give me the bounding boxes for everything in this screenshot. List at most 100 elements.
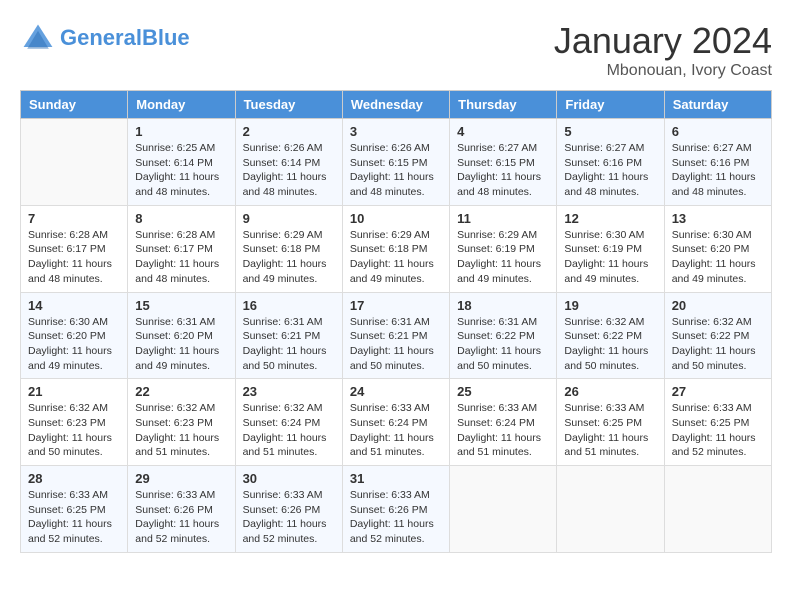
calendar-cell xyxy=(21,119,128,206)
calendar-cell: 25 Sunrise: 6:33 AMSunset: 6:24 PMDaylig… xyxy=(450,379,557,466)
calendar-week-row: 7 Sunrise: 6:28 AMSunset: 6:17 PMDayligh… xyxy=(21,205,772,292)
day-info: Sunrise: 6:30 AMSunset: 6:20 PMDaylight:… xyxy=(672,228,764,287)
calendar-cell: 26 Sunrise: 6:33 AMSunset: 6:25 PMDaylig… xyxy=(557,379,664,466)
calendar-cell: 10 Sunrise: 6:29 AMSunset: 6:18 PMDaylig… xyxy=(342,205,449,292)
calendar-body: 1 Sunrise: 6:25 AMSunset: 6:14 PMDayligh… xyxy=(21,119,772,553)
day-number: 14 xyxy=(28,298,120,313)
day-info: Sunrise: 6:29 AMSunset: 6:19 PMDaylight:… xyxy=(457,228,549,287)
calendar-cell xyxy=(450,466,557,553)
day-number: 31 xyxy=(350,471,442,486)
day-info: Sunrise: 6:33 AMSunset: 6:26 PMDaylight:… xyxy=(350,488,442,547)
day-info: Sunrise: 6:31 AMSunset: 6:20 PMDaylight:… xyxy=(135,315,227,374)
day-number: 7 xyxy=(28,211,120,226)
calendar-cell: 15 Sunrise: 6:31 AMSunset: 6:20 PMDaylig… xyxy=(128,292,235,379)
calendar-cell: 30 Sunrise: 6:33 AMSunset: 6:26 PMDaylig… xyxy=(235,466,342,553)
calendar-cell: 6 Sunrise: 6:27 AMSunset: 6:16 PMDayligh… xyxy=(664,119,771,206)
calendar-cell: 13 Sunrise: 6:30 AMSunset: 6:20 PMDaylig… xyxy=(664,205,771,292)
calendar-cell: 29 Sunrise: 6:33 AMSunset: 6:26 PMDaylig… xyxy=(128,466,235,553)
day-of-week-header: Wednesday xyxy=(342,91,449,119)
day-info: Sunrise: 6:26 AMSunset: 6:15 PMDaylight:… xyxy=(350,141,442,200)
day-info: Sunrise: 6:32 AMSunset: 6:24 PMDaylight:… xyxy=(243,401,335,460)
day-number: 20 xyxy=(672,298,764,313)
calendar-cell: 8 Sunrise: 6:28 AMSunset: 6:17 PMDayligh… xyxy=(128,205,235,292)
calendar-cell: 12 Sunrise: 6:30 AMSunset: 6:19 PMDaylig… xyxy=(557,205,664,292)
day-info: Sunrise: 6:30 AMSunset: 6:20 PMDaylight:… xyxy=(28,315,120,374)
logo-text: GeneralBlue xyxy=(60,26,190,50)
calendar-cell: 4 Sunrise: 6:27 AMSunset: 6:15 PMDayligh… xyxy=(450,119,557,206)
day-info: Sunrise: 6:31 AMSunset: 6:22 PMDaylight:… xyxy=(457,315,549,374)
day-number: 10 xyxy=(350,211,442,226)
day-of-week-header: Thursday xyxy=(450,91,557,119)
day-info: Sunrise: 6:26 AMSunset: 6:14 PMDaylight:… xyxy=(243,141,335,200)
calendar-table: SundayMondayTuesdayWednesdayThursdayFrid… xyxy=(20,90,772,553)
calendar-cell: 22 Sunrise: 6:32 AMSunset: 6:23 PMDaylig… xyxy=(128,379,235,466)
calendar-week-row: 14 Sunrise: 6:30 AMSunset: 6:20 PMDaylig… xyxy=(21,292,772,379)
calendar-cell: 17 Sunrise: 6:31 AMSunset: 6:21 PMDaylig… xyxy=(342,292,449,379)
day-number: 9 xyxy=(243,211,335,226)
day-number: 16 xyxy=(243,298,335,313)
calendar-cell: 21 Sunrise: 6:32 AMSunset: 6:23 PMDaylig… xyxy=(21,379,128,466)
calendar-cell: 14 Sunrise: 6:30 AMSunset: 6:20 PMDaylig… xyxy=(21,292,128,379)
day-info: Sunrise: 6:31 AMSunset: 6:21 PMDaylight:… xyxy=(350,315,442,374)
day-of-week-header: Friday xyxy=(557,91,664,119)
day-number: 2 xyxy=(243,124,335,139)
calendar-week-row: 1 Sunrise: 6:25 AMSunset: 6:14 PMDayligh… xyxy=(21,119,772,206)
day-number: 6 xyxy=(672,124,764,139)
day-info: Sunrise: 6:32 AMSunset: 6:23 PMDaylight:… xyxy=(135,401,227,460)
day-number: 28 xyxy=(28,471,120,486)
day-info: Sunrise: 6:33 AMSunset: 6:26 PMDaylight:… xyxy=(243,488,335,547)
day-of-week-header: Saturday xyxy=(664,91,771,119)
day-info: Sunrise: 6:33 AMSunset: 6:25 PMDaylight:… xyxy=(564,401,656,460)
logo-line1: General xyxy=(60,25,142,50)
day-number: 30 xyxy=(243,471,335,486)
day-info: Sunrise: 6:33 AMSunset: 6:26 PMDaylight:… xyxy=(135,488,227,547)
logo-line2: Blue xyxy=(142,25,190,50)
calendar-cell: 31 Sunrise: 6:33 AMSunset: 6:26 PMDaylig… xyxy=(342,466,449,553)
day-of-week-header: Sunday xyxy=(21,91,128,119)
day-info: Sunrise: 6:30 AMSunset: 6:19 PMDaylight:… xyxy=(564,228,656,287)
day-number: 24 xyxy=(350,384,442,399)
calendar-cell: 27 Sunrise: 6:33 AMSunset: 6:25 PMDaylig… xyxy=(664,379,771,466)
day-number: 15 xyxy=(135,298,227,313)
day-number: 22 xyxy=(135,384,227,399)
day-number: 29 xyxy=(135,471,227,486)
calendar-cell xyxy=(557,466,664,553)
day-number: 4 xyxy=(457,124,549,139)
calendar-week-row: 28 Sunrise: 6:33 AMSunset: 6:25 PMDaylig… xyxy=(21,466,772,553)
day-number: 12 xyxy=(564,211,656,226)
day-info: Sunrise: 6:31 AMSunset: 6:21 PMDaylight:… xyxy=(243,315,335,374)
day-of-week-header: Monday xyxy=(128,91,235,119)
day-info: Sunrise: 6:33 AMSunset: 6:24 PMDaylight:… xyxy=(457,401,549,460)
day-info: Sunrise: 6:28 AMSunset: 6:17 PMDaylight:… xyxy=(28,228,120,287)
calendar-cell: 28 Sunrise: 6:33 AMSunset: 6:25 PMDaylig… xyxy=(21,466,128,553)
day-info: Sunrise: 6:27 AMSunset: 6:16 PMDaylight:… xyxy=(672,141,764,200)
day-number: 8 xyxy=(135,211,227,226)
calendar-cell: 3 Sunrise: 6:26 AMSunset: 6:15 PMDayligh… xyxy=(342,119,449,206)
calendar-cell: 2 Sunrise: 6:26 AMSunset: 6:14 PMDayligh… xyxy=(235,119,342,206)
day-number: 5 xyxy=(564,124,656,139)
calendar-cell: 23 Sunrise: 6:32 AMSunset: 6:24 PMDaylig… xyxy=(235,379,342,466)
calendar-cell: 24 Sunrise: 6:33 AMSunset: 6:24 PMDaylig… xyxy=(342,379,449,466)
logo: GeneralBlue xyxy=(20,20,190,56)
day-info: Sunrise: 6:33 AMSunset: 6:25 PMDaylight:… xyxy=(672,401,764,460)
calendar-cell xyxy=(664,466,771,553)
calendar-cell: 20 Sunrise: 6:32 AMSunset: 6:22 PMDaylig… xyxy=(664,292,771,379)
day-number: 19 xyxy=(564,298,656,313)
day-number: 17 xyxy=(350,298,442,313)
calendar-cell: 18 Sunrise: 6:31 AMSunset: 6:22 PMDaylig… xyxy=(450,292,557,379)
day-info: Sunrise: 6:33 AMSunset: 6:25 PMDaylight:… xyxy=(28,488,120,547)
day-info: Sunrise: 6:33 AMSunset: 6:24 PMDaylight:… xyxy=(350,401,442,460)
calendar-cell: 11 Sunrise: 6:29 AMSunset: 6:19 PMDaylig… xyxy=(450,205,557,292)
day-number: 21 xyxy=(28,384,120,399)
calendar-cell: 7 Sunrise: 6:28 AMSunset: 6:17 PMDayligh… xyxy=(21,205,128,292)
logo-icon xyxy=(20,20,56,56)
day-info: Sunrise: 6:32 AMSunset: 6:22 PMDaylight:… xyxy=(564,315,656,374)
calendar-cell: 5 Sunrise: 6:27 AMSunset: 6:16 PMDayligh… xyxy=(557,119,664,206)
day-info: Sunrise: 6:32 AMSunset: 6:23 PMDaylight:… xyxy=(28,401,120,460)
calendar-cell: 1 Sunrise: 6:25 AMSunset: 6:14 PMDayligh… xyxy=(128,119,235,206)
day-number: 3 xyxy=(350,124,442,139)
day-info: Sunrise: 6:25 AMSunset: 6:14 PMDaylight:… xyxy=(135,141,227,200)
day-number: 18 xyxy=(457,298,549,313)
calendar-cell: 19 Sunrise: 6:32 AMSunset: 6:22 PMDaylig… xyxy=(557,292,664,379)
page-header: GeneralBlue January 2024 Mbonouan, Ivory… xyxy=(20,20,772,80)
